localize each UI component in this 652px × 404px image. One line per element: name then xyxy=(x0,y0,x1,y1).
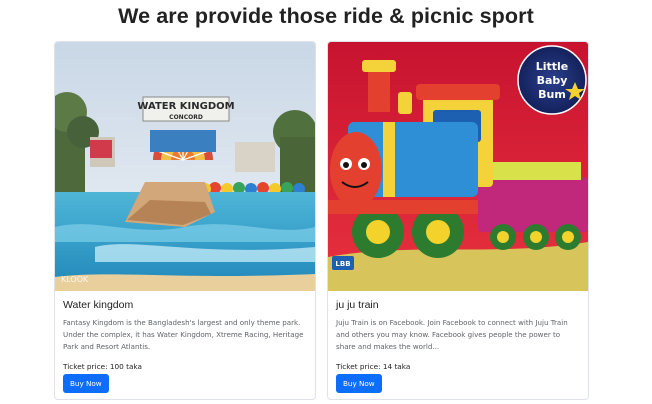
water-park-image: WATER KINGDOM CONCORD KLOOK xyxy=(55,42,315,291)
watermark-text: KLOOK xyxy=(61,275,89,284)
buy-now-button[interactable]: Buy Now xyxy=(336,374,382,393)
logo-line-1: Little xyxy=(536,60,569,73)
sign-subtext: CONCORD xyxy=(169,114,203,121)
card-title: Water kingdom xyxy=(63,299,134,311)
buy-now-button[interactable]: Buy Now xyxy=(63,374,109,393)
logo-line-3: Bum xyxy=(538,88,566,101)
toy-train-image: LBB Little Baby Bum xyxy=(328,42,588,291)
card-description: Juju Train is on Facebook. Join Facebook… xyxy=(336,318,568,351)
page-title: We are provide those ride & picnic sport xyxy=(118,4,534,28)
ticket-price: Ticket price: 14 taka xyxy=(336,362,411,371)
card-description: Fantasy Kingdom is the Bangladesh's larg… xyxy=(63,318,304,351)
ticket-price: Ticket price: 100 taka xyxy=(63,362,142,371)
card-title: ju ju train xyxy=(336,299,379,311)
ride-card-water-kingdom: WATER KINGDOM CONCORD KLOOK Water kingdo… xyxy=(54,41,316,400)
sign-text: WATER KINGDOM xyxy=(137,101,234,112)
card-body: Water kingdom Fantasy Kingdom is the Ban… xyxy=(63,298,309,393)
card-body: ju ju train Juju Train is on Facebook. J… xyxy=(336,298,582,393)
ride-card-ju-ju-train: LBB Little Baby Bum ju ju train Juju Tra… xyxy=(327,41,589,400)
logo-line-2: Baby xyxy=(537,74,568,87)
engine-plate-text: LBB xyxy=(335,260,350,268)
